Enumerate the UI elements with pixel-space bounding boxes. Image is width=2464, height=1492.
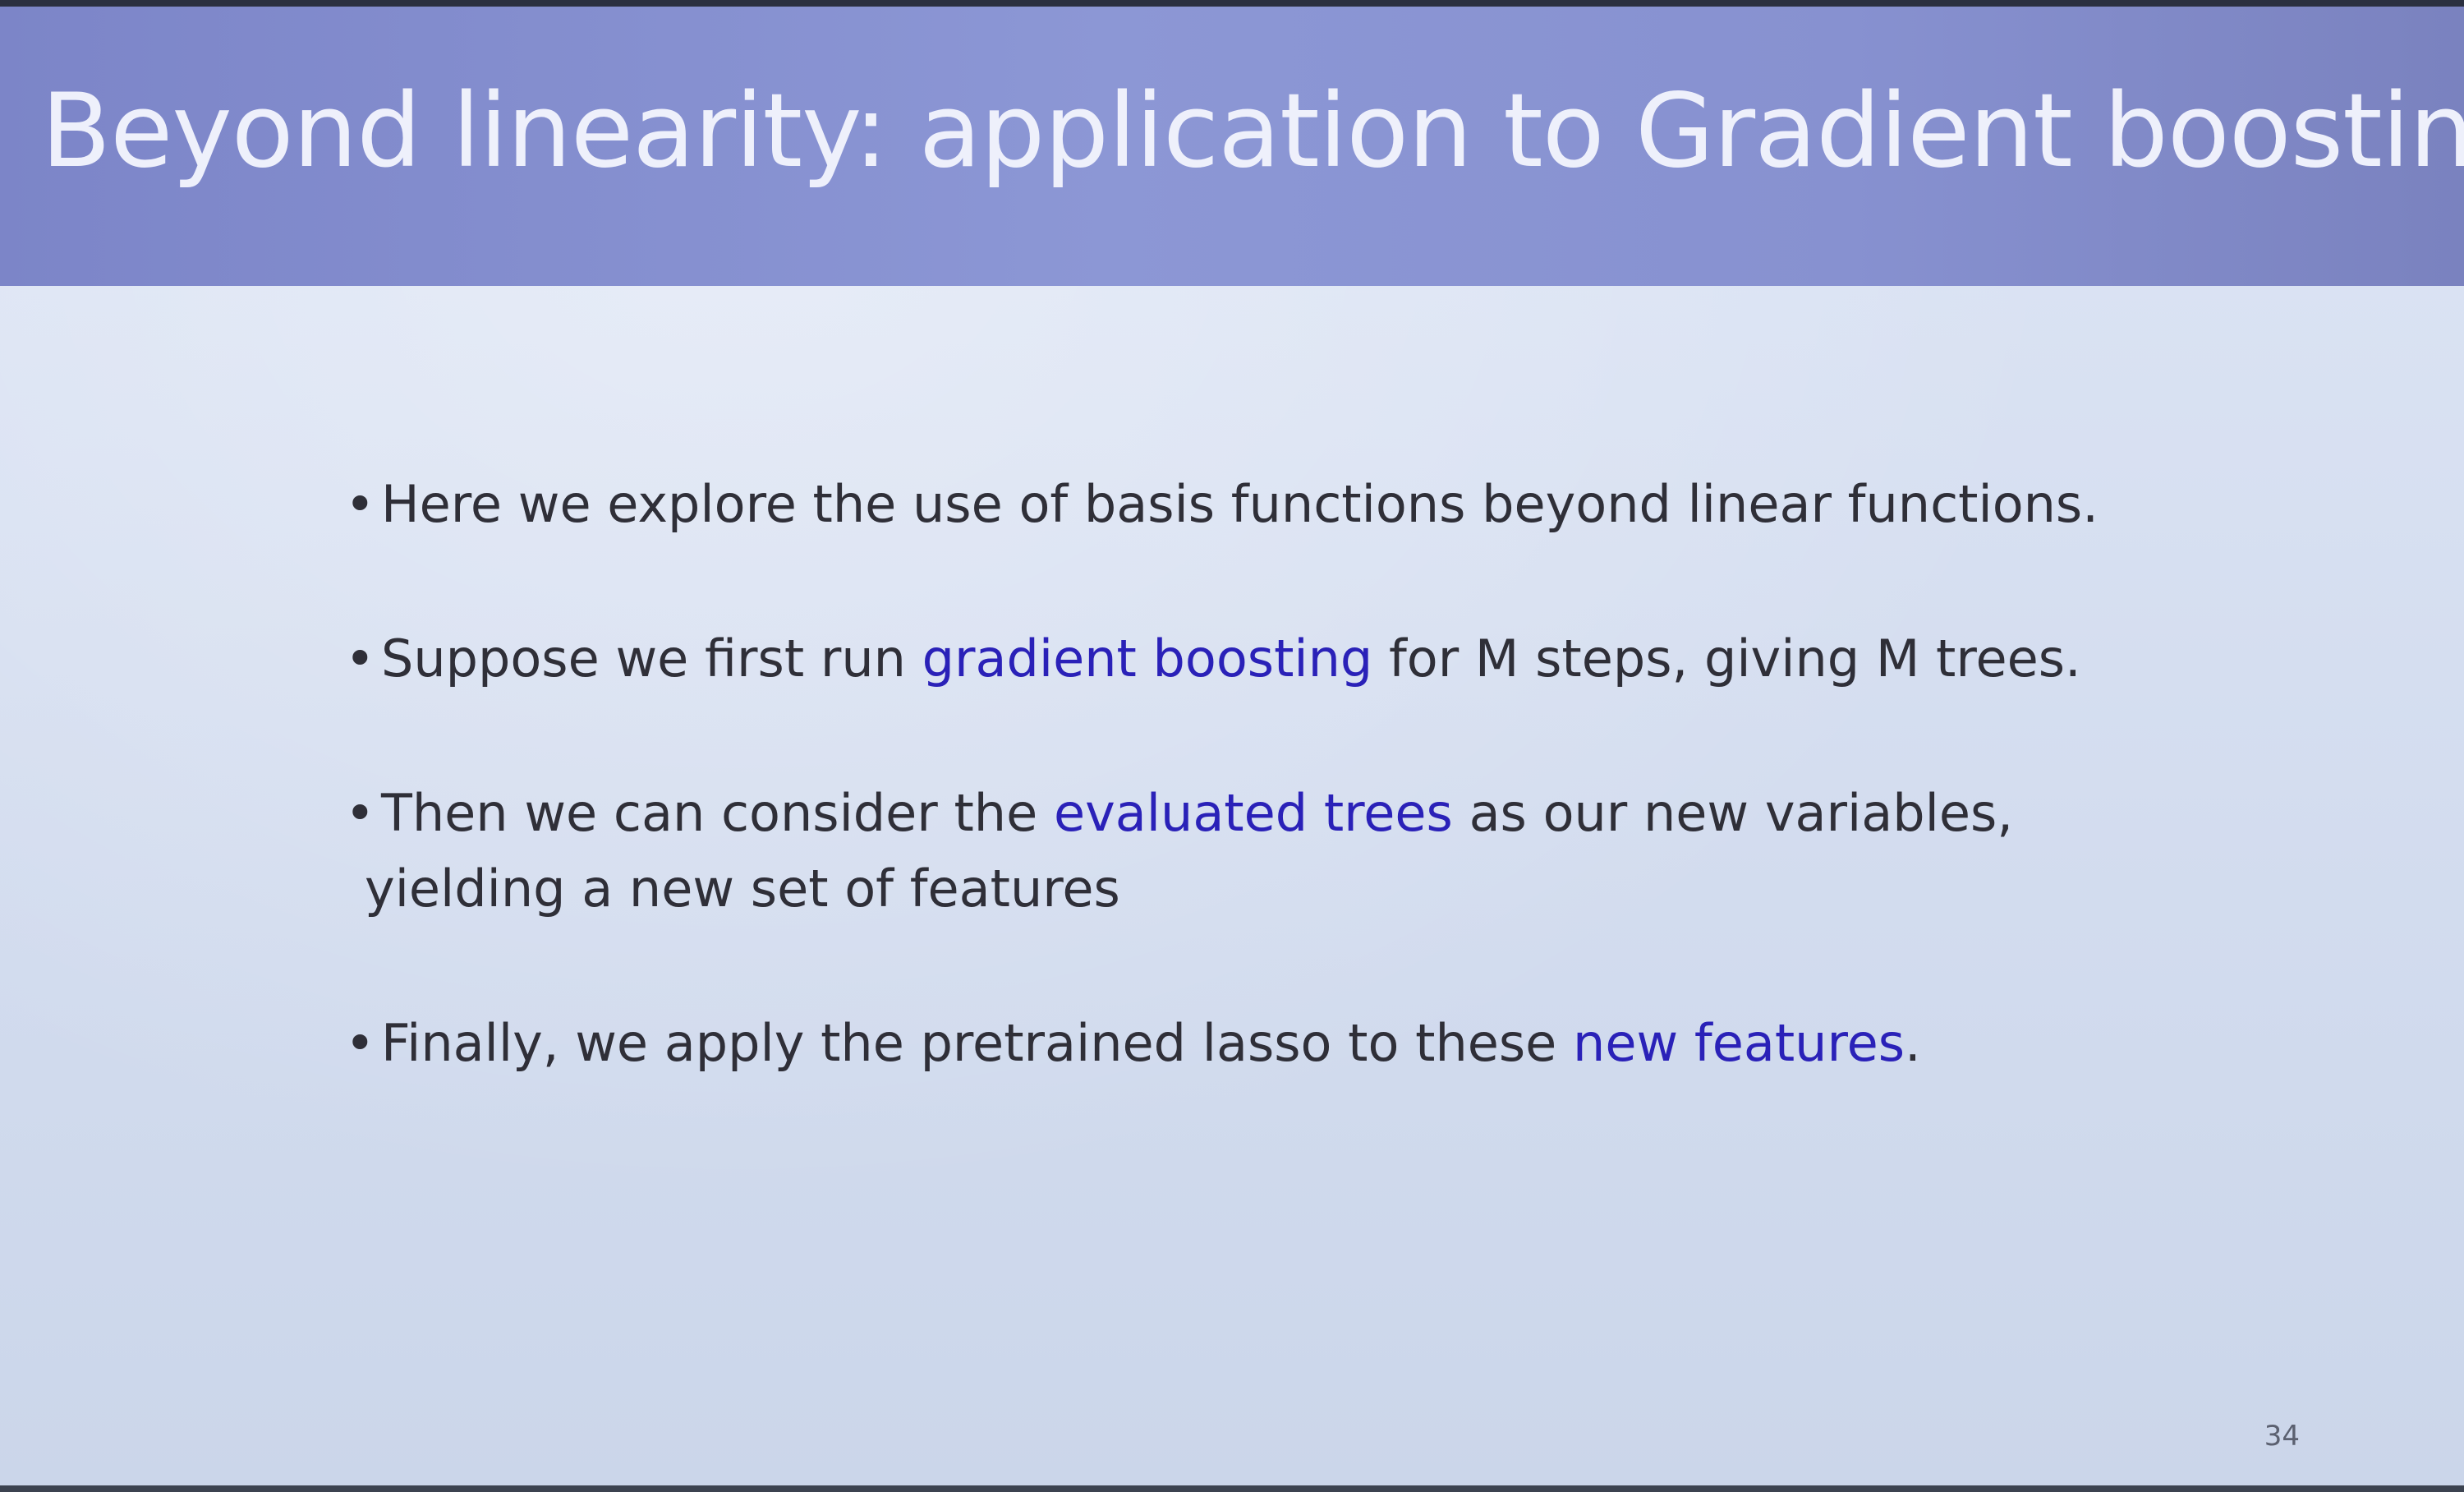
bullet-item: • Finally, we apply the pretrained lasso … — [345, 1006, 2234, 1081]
slide-photo: Beyond linearity: application to Gradien… — [0, 0, 2464, 1492]
bullet-text: Here we explore the use of basis functio… — [381, 474, 2099, 534]
screen-bottom-edge — [0, 1485, 2464, 1492]
bullet-text: Suppose we first run — [381, 629, 922, 688]
bullet-text: Then we can consider the — [381, 783, 1054, 843]
bullet-continuation: yielding a new set of features — [365, 859, 1120, 919]
bullet-highlight: new features — [1573, 1013, 1905, 1073]
bullet-text: as our new variables, — [1452, 783, 2013, 843]
bullet-text: . — [1905, 1013, 1921, 1073]
bullet-item: • Then we can consider the evaluated tree… — [345, 776, 2234, 927]
bullet-item: • Here we explore the use of basis functi… — [345, 467, 2234, 542]
bullet-item: • Suppose we first run gradient boosting … — [345, 621, 2234, 697]
bullet-highlight: gradient boosting — [922, 629, 1373, 688]
bullet-text: Finally, we apply the pretrained lasso t… — [381, 1013, 1574, 1073]
bullet-icon: • — [345, 783, 375, 843]
slide-title: Beyond linearity: application to Gradien… — [41, 72, 2464, 191]
bullet-icon: • — [345, 1013, 375, 1073]
bullet-icon: • — [345, 474, 375, 534]
slide: Beyond linearity: application to Gradien… — [0, 7, 2464, 1485]
page-number: 34 — [2264, 1420, 2300, 1453]
bullet-text: for M steps, giving M trees. — [1372, 629, 2081, 688]
title-bar: Beyond linearity: application to Gradien… — [0, 7, 2464, 286]
bullet-list: • Here we explore the use of basis functi… — [345, 467, 2234, 1160]
bullet-icon: • — [345, 629, 375, 688]
bullet-highlight: evaluated trees — [1053, 783, 1453, 843]
